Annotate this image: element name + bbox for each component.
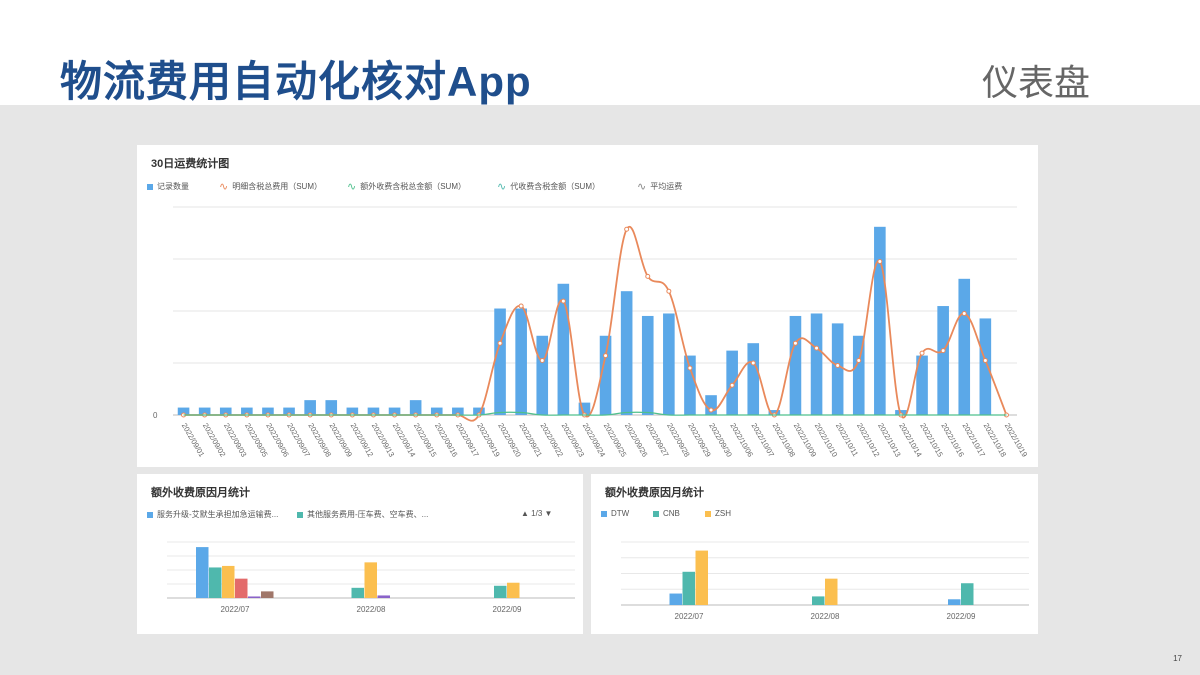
left-chart-svg: 2022/07 2022/08 2022/09 bbox=[167, 541, 575, 614]
line-point bbox=[539, 358, 545, 364]
line-point bbox=[919, 350, 925, 356]
bar bbox=[979, 318, 992, 415]
bar bbox=[695, 550, 708, 605]
bar bbox=[351, 587, 364, 598]
bar bbox=[507, 582, 520, 598]
bar bbox=[364, 562, 377, 598]
bar bbox=[812, 596, 825, 605]
line-point bbox=[624, 226, 630, 232]
line-point bbox=[792, 340, 798, 346]
page-title: 物流费用自动化核对App bbox=[60, 58, 532, 105]
line-point bbox=[814, 345, 820, 351]
bar bbox=[789, 315, 802, 415]
line-point bbox=[961, 310, 967, 316]
bar bbox=[825, 578, 838, 605]
x-tick-label: 2022/08 bbox=[811, 612, 840, 621]
line-point bbox=[708, 407, 714, 413]
line-point bbox=[750, 360, 756, 366]
y-tick-label: 0 bbox=[153, 411, 158, 420]
bar bbox=[261, 591, 274, 598]
line-point bbox=[856, 358, 862, 364]
bar bbox=[209, 567, 222, 598]
main-chart-svg: 02022/09/012022/09/022022/09/032022/09/0… bbox=[153, 206, 1029, 459]
line-point bbox=[729, 382, 735, 388]
extra-fee-chart-panel-left: 额外收费原因月统计 服务升级-艾默生承担加急运输费... 其他服务费用-压车费、空… bbox=[137, 474, 583, 634]
x-tick-label: 2022/09 bbox=[947, 612, 976, 621]
x-tick-label: 2022/07 bbox=[675, 612, 704, 621]
line-point bbox=[687, 365, 693, 371]
bar bbox=[874, 226, 886, 415]
bar bbox=[641, 315, 654, 415]
bar bbox=[536, 335, 549, 415]
right-chart-svg: 2022/07 2022/08 2022/09 bbox=[621, 541, 1029, 621]
bar bbox=[937, 306, 949, 415]
bar bbox=[961, 583, 974, 605]
x-tick-label: 2022/07 bbox=[221, 605, 250, 614]
line-point bbox=[497, 340, 503, 346]
bar bbox=[494, 308, 506, 415]
bar bbox=[684, 355, 696, 415]
bar bbox=[235, 578, 248, 598]
line-point bbox=[645, 273, 651, 279]
line-point bbox=[518, 303, 524, 309]
line-point bbox=[877, 258, 883, 264]
line-point bbox=[835, 362, 841, 368]
page-subtitle: 仪表盘 bbox=[981, 62, 1090, 103]
bar bbox=[948, 599, 961, 605]
bar bbox=[248, 596, 261, 598]
bar bbox=[620, 291, 633, 415]
bar bbox=[494, 585, 507, 598]
page-number: 17 bbox=[1173, 654, 1182, 663]
line-point bbox=[940, 348, 946, 354]
bar bbox=[222, 565, 235, 598]
bar bbox=[669, 593, 682, 605]
bar bbox=[831, 323, 844, 415]
x-tick-label: 2022/08 bbox=[357, 605, 386, 614]
bar bbox=[682, 571, 695, 605]
x-tick-label: 2022/09 bbox=[493, 605, 522, 614]
bar bbox=[958, 278, 971, 415]
bar bbox=[747, 343, 760, 415]
bar bbox=[810, 313, 823, 415]
bar bbox=[196, 547, 209, 598]
bar bbox=[377, 595, 390, 598]
line-point bbox=[666, 288, 672, 294]
line-point bbox=[560, 298, 566, 304]
line-point bbox=[982, 358, 988, 364]
line-point bbox=[603, 353, 609, 359]
main-chart-panel: 30日运费统计图 记录数量 ∿ 明细含税总费用（SUM） ∿ 额外收费含税总金额（SUM… bbox=[137, 145, 1038, 467]
extra-fee-chart-panel-right: 额外收费原因月统计 DTW CNB ZSH 2022/07 2022/08 2022/0… bbox=[591, 474, 1038, 634]
bar bbox=[663, 313, 675, 415]
bar bbox=[515, 308, 527, 415]
